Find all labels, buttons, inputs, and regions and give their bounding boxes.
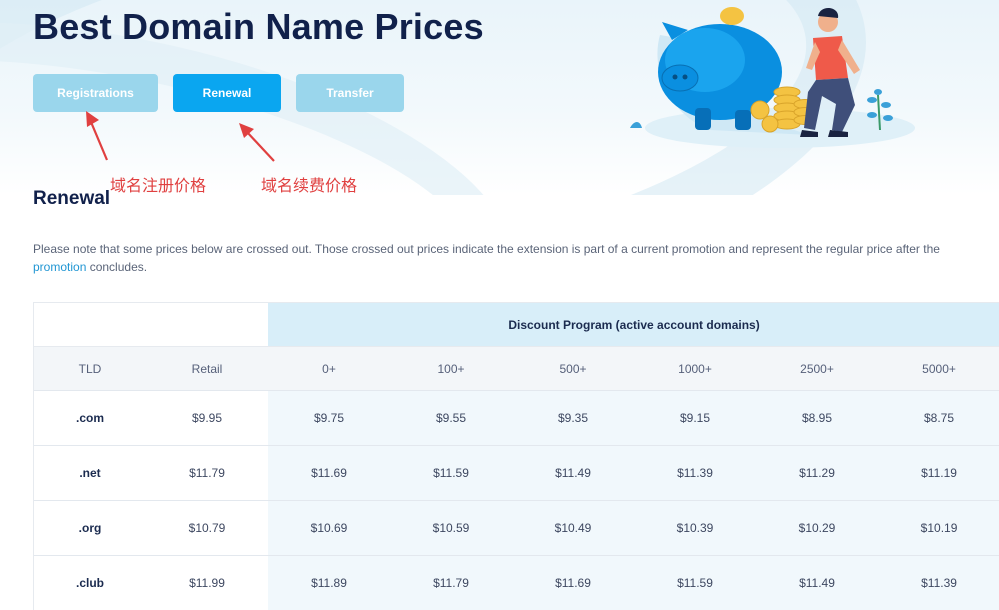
price-cell: $9.75 — [268, 391, 390, 446]
promotion-link[interactable]: promotion — [33, 260, 86, 274]
table-row: .org $10.79 $10.69 $10.59 $10.49 $10.39 … — [34, 501, 999, 556]
annotation-renewal: 域名续费价格 — [261, 172, 357, 196]
price-cell: $10.19 — [878, 501, 999, 556]
tld-cell: .club — [34, 556, 146, 610]
price-cell: $11.49 — [512, 446, 634, 501]
column-header: 0+ — [268, 347, 390, 391]
price-cell: $11.79 — [390, 556, 512, 610]
price-cell: $9.95 — [146, 391, 268, 446]
column-header: 2500+ — [756, 347, 878, 391]
price-cell: $10.29 — [756, 501, 878, 556]
annotation-registration: 域名注册价格 — [110, 172, 206, 196]
price-cell: $10.39 — [634, 501, 756, 556]
arrow-annotation-icon — [82, 110, 116, 164]
price-cell: $11.29 — [756, 446, 878, 501]
price-cell: $10.69 — [268, 501, 390, 556]
tld-cell: .net — [34, 446, 146, 501]
price-cell: $9.15 — [634, 391, 756, 446]
tab-registrations[interactable]: Registrations — [33, 74, 158, 112]
arrow-annotation-icon — [236, 120, 278, 164]
tab-transfer[interactable]: Transfer — [296, 74, 404, 112]
tab-renewal[interactable]: Renewal — [173, 74, 281, 112]
price-cell: $11.19 — [878, 446, 999, 501]
column-header: TLD — [34, 347, 146, 391]
table-row: .com $9.95 $9.75 $9.55 $9.35 $9.15 $8.95… — [34, 391, 999, 446]
price-cell: $8.95 — [756, 391, 878, 446]
tld-cell: .org — [34, 501, 146, 556]
price-cell: $11.69 — [512, 556, 634, 610]
price-cell: $11.39 — [878, 556, 999, 610]
price-cell: $11.99 — [146, 556, 268, 610]
price-cell: $11.69 — [268, 446, 390, 501]
price-cell: $10.79 — [146, 501, 268, 556]
price-cell: $11.89 — [268, 556, 390, 610]
piggy-bank-illustration — [610, 0, 920, 155]
price-cell: $11.59 — [634, 556, 756, 610]
price-cell: $11.79 — [146, 446, 268, 501]
page-title: Best Domain Name Prices — [33, 6, 484, 48]
promotion-note: Please note that some prices below are c… — [33, 240, 963, 276]
column-header: 5000+ — [878, 347, 999, 391]
column-header: Retail — [146, 347, 268, 391]
column-header: 1000+ — [634, 347, 756, 391]
column-header: 500+ — [512, 347, 634, 391]
price-cell: $9.35 — [512, 391, 634, 446]
table-row: .club $11.99 $11.89 $11.79 $11.69 $11.59… — [34, 556, 999, 610]
price-cell: $10.49 — [512, 501, 634, 556]
price-cell: $8.75 — [878, 391, 999, 446]
section-title: Renewal — [33, 188, 110, 210]
column-header: 100+ — [390, 347, 512, 391]
price-cell: $9.55 — [390, 391, 512, 446]
tld-cell: .com — [34, 391, 146, 446]
table-row: .net $11.79 $11.69 $11.59 $11.49 $11.39 … — [34, 446, 999, 501]
price-cell: $11.39 — [634, 446, 756, 501]
price-cell: $11.59 — [390, 446, 512, 501]
discount-program-header: Discount Program (active account domains… — [268, 303, 999, 347]
table-header-row: TLD Retail 0+ 100+ 500+ 1000+ 2500+ 5000… — [34, 347, 999, 391]
price-cell: $10.59 — [390, 501, 512, 556]
price-cell: $11.49 — [756, 556, 878, 610]
pricing-table: Discount Program (active account domains… — [33, 302, 999, 610]
table-group-header: Discount Program (active account domains… — [34, 303, 999, 347]
